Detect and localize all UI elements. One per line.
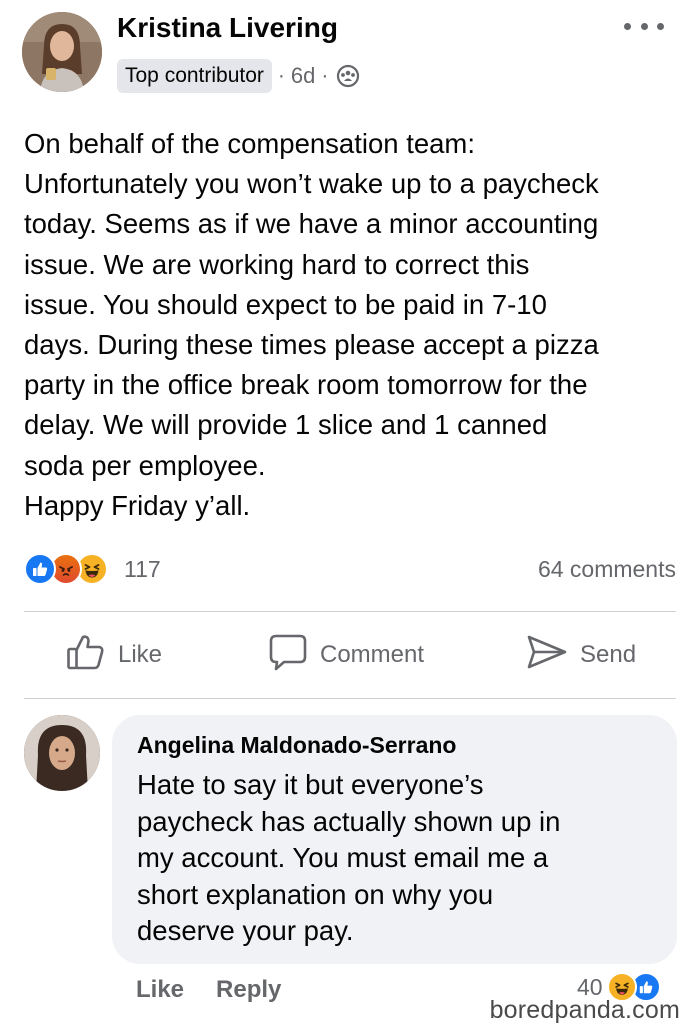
top-contributor-badge[interactable]: Top contributor	[117, 59, 272, 93]
post-meta: Top contributor · 6d ·	[117, 58, 360, 94]
post-actions: Like Comment Send	[24, 612, 676, 698]
post-text-line: issue. We are working hard to correct th…	[24, 248, 530, 280]
comment-label: Comment	[320, 641, 425, 668]
like-label: Like	[118, 641, 163, 668]
comment-like-button[interactable]: Like	[136, 976, 184, 1004]
divider	[24, 698, 676, 699]
reactions-summary: 117 64 comments	[24, 550, 676, 590]
commenter-avatar[interactable]	[24, 715, 100, 791]
send-icon	[526, 633, 580, 678]
like-icon	[24, 553, 56, 585]
comment-text-line: Hate to say it but everyone’s	[137, 769, 484, 800]
send-button[interactable]: Send	[526, 612, 636, 698]
comment-count[interactable]: 64 comments	[538, 556, 676, 583]
reaction-count[interactable]: 117	[124, 556, 161, 583]
post-timestamp[interactable]: 6d	[291, 63, 315, 89]
post-text-line: days. During these times please accept a…	[24, 329, 599, 361]
post-text-line: On behalf of the compensation team:	[24, 128, 475, 159]
meta-separator: ·	[277, 64, 285, 87]
comment-reply-button[interactable]: Reply	[216, 976, 281, 1004]
like-button[interactable]: Like	[66, 612, 162, 698]
speech-bubble-icon	[268, 633, 320, 678]
comment-text-line: short explanation on why you	[137, 878, 494, 910]
reaction-icons[interactable]	[24, 553, 108, 587]
author-name[interactable]: Kristina Livering	[117, 12, 338, 44]
send-label: Send	[580, 641, 637, 668]
comment-text-line: deserve your pay.	[137, 915, 354, 946]
post-text-line: delay. We will provide 1 slice and 1 can…	[24, 409, 548, 441]
post-text: On behalf of the compensation team: Unfo…	[24, 124, 679, 526]
post-text-line: Happy Friday y’all.	[24, 489, 251, 521]
post-text-line: party in the office break room tomorrow …	[24, 369, 588, 401]
post-text-line: issue. You should expect to be paid in 7…	[24, 288, 547, 320]
comment-text: Hate to say it but everyone’s paycheck h…	[137, 767, 657, 950]
post-text-line: Unfortunately you won’t wake up to a pay…	[24, 168, 599, 200]
meta-separator: ·	[321, 64, 329, 87]
commenter-name[interactable]: Angelina Maldonado-Serrano	[137, 732, 456, 759]
comment-text-line: paycheck has actually shown up in	[137, 805, 561, 837]
post-text-line: soda per employee.	[24, 449, 266, 481]
comment-button[interactable]: Comment	[268, 612, 424, 698]
more-options-icon[interactable]	[624, 14, 664, 38]
haha-icon	[606, 972, 637, 1002]
comment-text-line: my account. You must email me a	[137, 842, 549, 873]
post-header: Kristina Livering Top contributor · 6d ·	[0, 0, 700, 110]
comment-bubble: Angelina Maldonado-Serrano Hate to say i…	[112, 715, 677, 964]
author-avatar[interactable]	[22, 12, 102, 92]
group-audience-icon	[336, 64, 360, 88]
thumbs-up-icon	[66, 633, 118, 678]
comment-actions: Like Reply	[136, 970, 281, 1010]
post-text-line: today. Seems as if we have a minor accou…	[24, 208, 599, 240]
